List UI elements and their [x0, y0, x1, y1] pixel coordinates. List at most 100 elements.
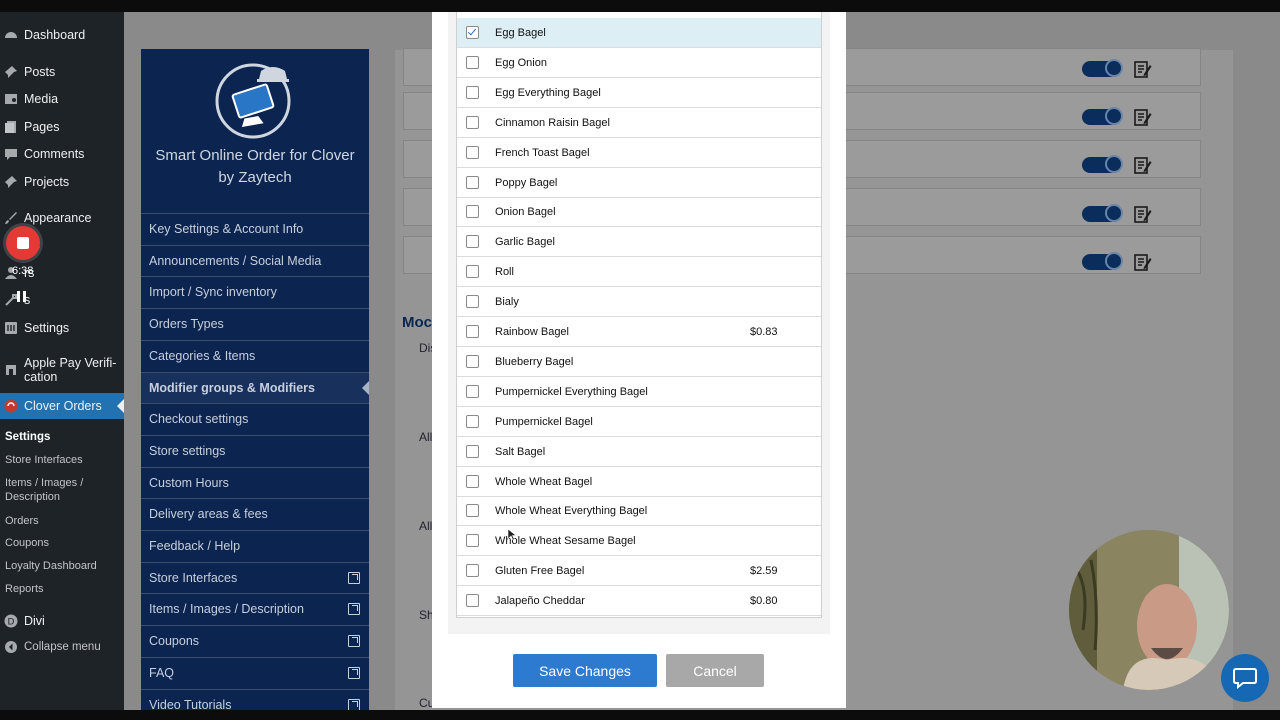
- wp-menu-item[interactable]: Projects: [0, 169, 124, 195]
- wp-menu-item[interactable]: Pages: [0, 114, 124, 140]
- plugin-nav-item[interactable]: Modifier groups & Modifiers: [141, 372, 369, 403]
- modifier-option-row[interactable]: Rainbow Bagel $0.83: [457, 317, 821, 347]
- plugin-nav-item-label: Items / Images / Description: [149, 602, 304, 616]
- plugin-nav-item[interactable]: Checkout settings: [141, 403, 369, 434]
- edit-icon[interactable]: [1134, 205, 1152, 223]
- modifier-checkbox[interactable]: [466, 295, 479, 308]
- wp-submenu-item[interactable]: Items / Images / Description: [5, 476, 83, 504]
- wp-submenu-item[interactable]: Store Interfaces: [5, 453, 83, 467]
- modifier-option-row[interactable]: Gluten Free Bagel $2.59: [457, 556, 821, 586]
- modifier-option-row[interactable]: Egg Bagel: [457, 18, 821, 48]
- external-link-icon: [348, 572, 360, 584]
- plugin-nav-item[interactable]: FAQ: [141, 657, 369, 688]
- pause-recording-button[interactable]: [17, 291, 26, 302]
- modifier-checkbox[interactable]: [466, 235, 479, 248]
- modifier-option-row[interactable]: Garlic Bagel: [457, 227, 821, 257]
- modifier-checkbox[interactable]: [466, 445, 479, 458]
- modifier-checkbox[interactable]: [466, 56, 479, 69]
- enable-toggle[interactable]: [1082, 204, 1123, 222]
- cancel-button[interactable]: Cancel: [666, 654, 764, 687]
- edit-icon[interactable]: [1134, 253, 1152, 271]
- modifier-option-row[interactable]: Poppy Bagel: [457, 168, 821, 198]
- wp-submenu-item[interactable]: Reports: [5, 582, 44, 596]
- modifier-option-row[interactable]: Pumpernickel Bagel: [457, 407, 821, 437]
- wp-admin-sidebar: Dashboard Posts Media Pages Comments Projects…: [0, 12, 124, 710]
- collapse-menu-button[interactable]: Collapse menu: [0, 634, 124, 660]
- modifier-checkbox[interactable]: [466, 26, 479, 39]
- enable-toggle[interactable]: [1082, 252, 1123, 270]
- enable-toggle[interactable]: [1082, 59, 1123, 77]
- modifier-option-row[interactable]: Pumpernickel Everything Bagel: [457, 377, 821, 407]
- plugin-nav-item[interactable]: Announcements / Social Media: [141, 245, 369, 276]
- plugin-nav-item[interactable]: Import / Sync inventory: [141, 276, 369, 307]
- modifier-option-row[interactable]: Whole Wheat Everything Bagel: [457, 496, 821, 526]
- modifier-checkbox[interactable]: [466, 146, 479, 159]
- modifier-checkbox[interactable]: [466, 415, 479, 428]
- modifier-option-name: Garlic Bagel: [495, 235, 555, 248]
- wp-menu-item[interactable]: Apple Pay Verifi- cation: [0, 352, 124, 388]
- plugin-nav-item[interactable]: Store Interfaces: [141, 562, 369, 593]
- wp-menu-divi[interactable]: D Divi: [0, 608, 124, 634]
- plugin-nav-item[interactable]: Custom Hours: [141, 467, 369, 498]
- stop-recording-button[interactable]: [6, 226, 40, 260]
- modifier-checkbox[interactable]: [466, 534, 479, 547]
- chat-launcher-button[interactable]: [1221, 654, 1269, 702]
- modifier-option-row[interactable]: French Toast Bagel: [457, 138, 821, 168]
- wp-submenu-item[interactable]: Settings: [5, 430, 50, 444]
- modifier-option-name: Pumpernickel Everything Bagel: [495, 385, 648, 398]
- edit-icon[interactable]: [1134, 108, 1152, 126]
- save-changes-button[interactable]: Save Changes: [513, 654, 657, 687]
- modifier-option-row[interactable]: Roll: [457, 257, 821, 287]
- modifier-checkbox[interactable]: [466, 116, 479, 129]
- modifier-option-row[interactable]: Blueberry Bagel: [457, 347, 821, 377]
- plugin-nav-item[interactable]: Key Settings & Account Info: [141, 213, 369, 244]
- modifier-checkbox[interactable]: [466, 385, 479, 398]
- modifier-checkbox[interactable]: [466, 265, 479, 278]
- enable-toggle[interactable]: [1082, 107, 1123, 125]
- wp-menu-item[interactable]: Dashboard: [0, 22, 124, 48]
- wp-submenu-item[interactable]: Coupons: [5, 536, 49, 550]
- edit-icon[interactable]: [1134, 60, 1152, 78]
- plugin-nav-item-label: Feedback / Help: [149, 539, 241, 553]
- plugin-nav-item[interactable]: Store settings: [141, 435, 369, 466]
- wp-submenu-item[interactable]: Loyalty Dashboard: [5, 559, 97, 573]
- modifier-checkbox[interactable]: [466, 504, 479, 517]
- enable-toggle[interactable]: [1082, 155, 1123, 173]
- modifier-option-row[interactable]: Onion Bagel: [457, 197, 821, 227]
- modifier-option-row[interactable]: Egg Onion: [457, 48, 821, 78]
- wp-menu-item[interactable]: Comments: [0, 141, 124, 167]
- modifier-checkbox[interactable]: [466, 86, 479, 99]
- wp-menu-item-label: Media: [24, 92, 59, 106]
- modifier-checkbox[interactable]: [466, 205, 479, 218]
- modifier-checkbox[interactable]: [466, 176, 479, 189]
- wp-menu-item-label: Apple Pay Verifi- cation: [24, 356, 117, 384]
- modifier-option-row[interactable]: Salt Bagel: [457, 437, 821, 467]
- modifier-checkbox[interactable]: [466, 355, 479, 368]
- wp-menu-item[interactable]: Media: [0, 86, 124, 112]
- wp-menu-item[interactable]: Clover Orders: [0, 393, 124, 419]
- modifier-checkbox[interactable]: [466, 475, 479, 488]
- settings-icon: [4, 321, 18, 335]
- wp-menu-item[interactable]: Settings: [0, 315, 124, 341]
- modifier-option-row[interactable]: Bialy: [457, 287, 821, 317]
- modifier-checkbox[interactable]: [466, 564, 479, 577]
- modifier-option-name: Roll: [495, 265, 514, 278]
- modifier-checkbox[interactable]: [466, 594, 479, 607]
- plugin-nav-item[interactable]: Orders Types: [141, 308, 369, 339]
- plugin-nav-item-label: Orders Types: [149, 317, 224, 331]
- plugin-nav-item[interactable]: Categories & Items: [141, 340, 369, 371]
- plugin-nav-item[interactable]: Feedback / Help: [141, 530, 369, 561]
- modifier-option-name: Onion Bagel: [495, 205, 556, 218]
- plugin-nav-item[interactable]: Items / Images / Description: [141, 593, 369, 624]
- edit-icon[interactable]: [1134, 156, 1152, 174]
- modifier-list[interactable]: Egg Bagel Egg Onion Egg Everything Bagel Ci…: [456, 12, 822, 618]
- plugin-nav-item[interactable]: Delivery areas & fees: [141, 498, 369, 529]
- modifier-checkbox[interactable]: [466, 325, 479, 338]
- wp-submenu-item[interactable]: Orders: [5, 514, 39, 528]
- modifier-option-row[interactable]: Egg Everything Bagel: [457, 78, 821, 108]
- wp-menu-item[interactable]: Posts: [0, 59, 124, 85]
- modifier-option-row[interactable]: Whole Wheat Bagel: [457, 467, 821, 497]
- modifier-option-row[interactable]: Jalapeño Cheddar $0.80: [457, 586, 821, 616]
- modifier-option-row[interactable]: Cinnamon Raisin Bagel: [457, 108, 821, 138]
- plugin-nav-item[interactable]: Coupons: [141, 625, 369, 656]
